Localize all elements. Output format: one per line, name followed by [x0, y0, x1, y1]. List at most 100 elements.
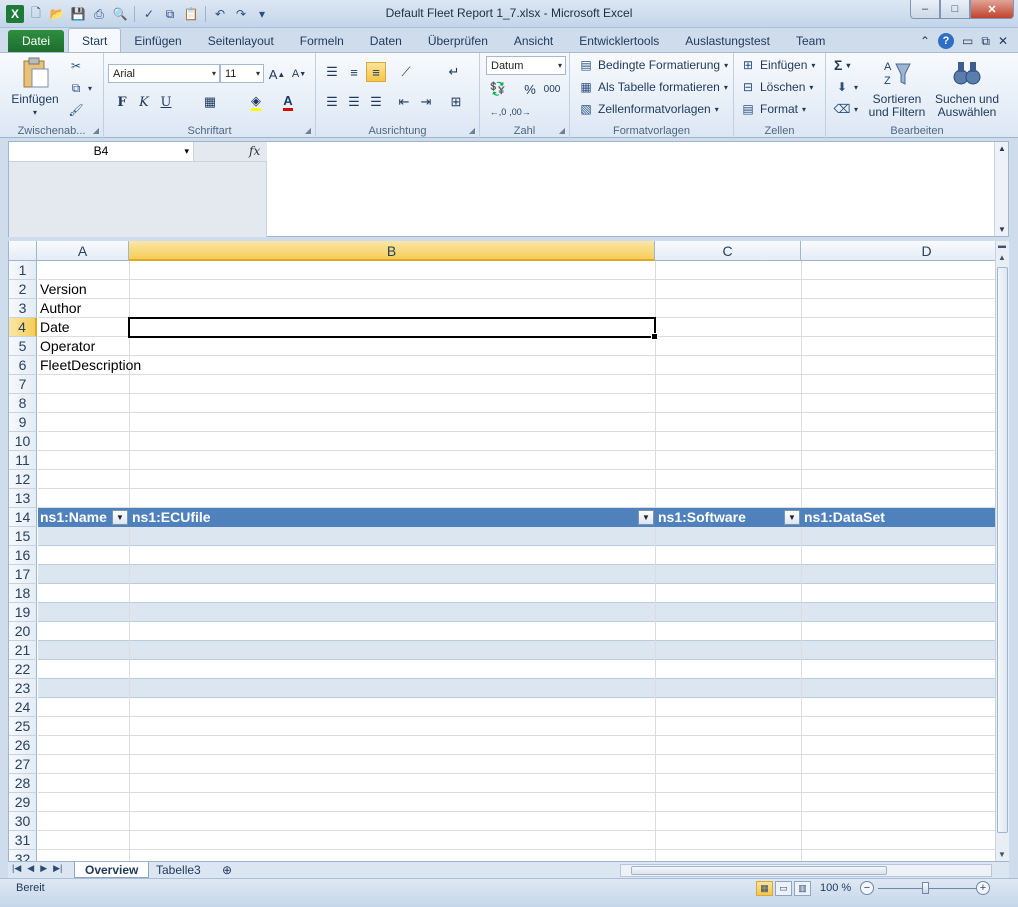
number-format-combo[interactable]: Datum ▾ — [486, 56, 566, 75]
cell-a10[interactable] — [38, 432, 130, 451]
cell-d13[interactable] — [802, 489, 995, 508]
increase-indent-button[interactable]: ⇥ — [416, 92, 436, 112]
row-header[interactable]: 30 — [9, 812, 37, 831]
cell-a24[interactable] — [38, 698, 130, 717]
row-header[interactable]: 4 — [9, 318, 37, 337]
cell-c10[interactable] — [656, 432, 802, 451]
row-header[interactable]: 3 — [9, 299, 37, 318]
cell-c9[interactable] — [656, 413, 802, 432]
row-header[interactable]: 7 — [9, 375, 37, 394]
clipboard-dialog-launcher-icon[interactable]: ◢ — [93, 126, 99, 135]
column-header-b[interactable]: B — [129, 241, 655, 261]
autosum-button[interactable]: Σ ▾ — [834, 57, 850, 73]
insert-function-button[interactable]: fx — [249, 144, 260, 158]
cell-c20[interactable] — [656, 622, 802, 641]
tab-entwicklertools[interactable]: Entwicklertools — [566, 30, 672, 52]
tab-team[interactable]: Team — [783, 30, 838, 52]
cell-b12[interactable] — [130, 470, 656, 489]
cell-b8[interactable] — [130, 394, 656, 413]
cell-b20[interactable] — [130, 622, 656, 641]
sheet-tab-tabelle3[interactable]: Tabelle3 — [146, 862, 211, 878]
tab-ueberpruefen[interactable]: Überprüfen — [415, 30, 501, 52]
cell-c13[interactable] — [656, 489, 802, 508]
cell-d9[interactable] — [802, 413, 995, 432]
cell-b28[interactable] — [130, 774, 656, 793]
cell-c27[interactable] — [656, 755, 802, 774]
font-color-button[interactable]: A — [278, 92, 298, 112]
merge-center-button[interactable]: ⊞ — [446, 92, 466, 112]
cell-b31[interactable] — [130, 831, 656, 850]
cell-d27[interactable] — [802, 755, 995, 774]
cell-c14[interactable]: ns1:Software ▼ — [656, 508, 802, 527]
cell-c15[interactable] — [656, 527, 802, 546]
format-painter-button[interactable]: 🖌 — [68, 102, 84, 118]
format-as-table-button[interactable]: ▦ Als Tabelle formatieren ▾ — [578, 79, 728, 95]
sort-filter-button[interactable]: AZ Sortieren und Filtern — [864, 57, 930, 119]
font-size-combo[interactable]: 11 ▾ — [220, 64, 264, 83]
tab-seitenlayout[interactable]: Seitenlayout — [195, 30, 287, 52]
row-header[interactable]: 21 — [9, 641, 37, 660]
cell-d15[interactable] — [802, 527, 995, 546]
tab-formeln[interactable]: Formeln — [287, 30, 357, 52]
zoom-level[interactable]: 100 % — [820, 882, 851, 894]
page-layout-view-icon[interactable]: ▭ — [775, 881, 792, 896]
filter-dropdown-icon[interactable]: ▼ — [638, 510, 654, 525]
cell-a30[interactable] — [38, 812, 130, 831]
cell-d19[interactable] — [802, 603, 995, 622]
cell-b9[interactable] — [130, 413, 656, 432]
cell-a9[interactable] — [38, 413, 130, 432]
cell-d6[interactable] — [802, 356, 995, 375]
cell-c30[interactable] — [656, 812, 802, 831]
borders-button[interactable]: ▦ — [200, 92, 220, 112]
font-dialog-launcher-icon[interactable]: ◢ — [305, 126, 311, 135]
cell-a15[interactable] — [38, 527, 130, 546]
cell-c2[interactable] — [656, 280, 802, 299]
cell-a32[interactable] — [38, 850, 130, 861]
cell-c7[interactable] — [656, 375, 802, 394]
cell-d24[interactable] — [802, 698, 995, 717]
cell-a28[interactable] — [38, 774, 130, 793]
cell-c26[interactable] — [656, 736, 802, 755]
close-button[interactable]: ✕ — [970, 0, 1014, 19]
row-header[interactable]: 5 — [9, 337, 37, 356]
cell-a7[interactable] — [38, 375, 130, 394]
cell-c29[interactable] — [656, 793, 802, 812]
cell-c21[interactable] — [656, 641, 802, 660]
cell-b22[interactable] — [130, 660, 656, 679]
cell-b25[interactable] — [130, 717, 656, 736]
row-header[interactable]: 15 — [9, 527, 37, 546]
column-header-d[interactable]: D — [801, 241, 995, 261]
row-header[interactable]: 8 — [9, 394, 37, 413]
cell-a6[interactable]: FleetDescription — [38, 356, 141, 375]
number-dialog-launcher-icon[interactable]: ◢ — [559, 126, 565, 135]
cell-a19[interactable] — [38, 603, 130, 622]
tab-daten[interactable]: Daten — [357, 30, 415, 52]
cell-d23[interactable] — [802, 679, 995, 698]
cell-b18[interactable] — [130, 584, 656, 603]
cell-d20[interactable] — [802, 622, 995, 641]
cell-b15[interactable] — [130, 527, 656, 546]
minimize-button[interactable]: – — [910, 0, 940, 19]
cell-c28[interactable] — [656, 774, 802, 793]
cell-d29[interactable] — [802, 793, 995, 812]
find-select-button[interactable]: Suchen und Auswählen — [932, 57, 1002, 119]
cell-c3[interactable] — [656, 299, 802, 318]
accounting-format-button[interactable]: 💱 — [488, 79, 508, 99]
cell-a13[interactable] — [38, 489, 130, 508]
cell-d18[interactable] — [802, 584, 995, 603]
cell-d7[interactable] — [802, 375, 995, 394]
cell-d10[interactable] — [802, 432, 995, 451]
fill-button[interactable]: ⬇ ▾ — [834, 79, 858, 95]
font-name-combo[interactable]: Arial ▾ — [108, 64, 220, 83]
cell-d28[interactable] — [802, 774, 995, 793]
cell-b7[interactable] — [130, 375, 656, 394]
page-break-view-icon[interactable]: ▥ — [794, 881, 811, 896]
row-header[interactable]: 28 — [9, 774, 37, 793]
decrease-indent-button[interactable]: ⇤ — [394, 92, 414, 112]
increase-decimal-button[interactable]: ←,0 — [488, 102, 508, 122]
scroll-up-icon[interactable]: ▲ — [998, 144, 1006, 153]
row-header[interactable]: 31 — [9, 831, 37, 850]
align-bottom-button[interactable]: ≡ — [366, 62, 386, 82]
tab-datei[interactable]: Datei — [8, 30, 65, 52]
cell-b14[interactable]: ns1:ECUfile ▼ — [130, 508, 656, 527]
